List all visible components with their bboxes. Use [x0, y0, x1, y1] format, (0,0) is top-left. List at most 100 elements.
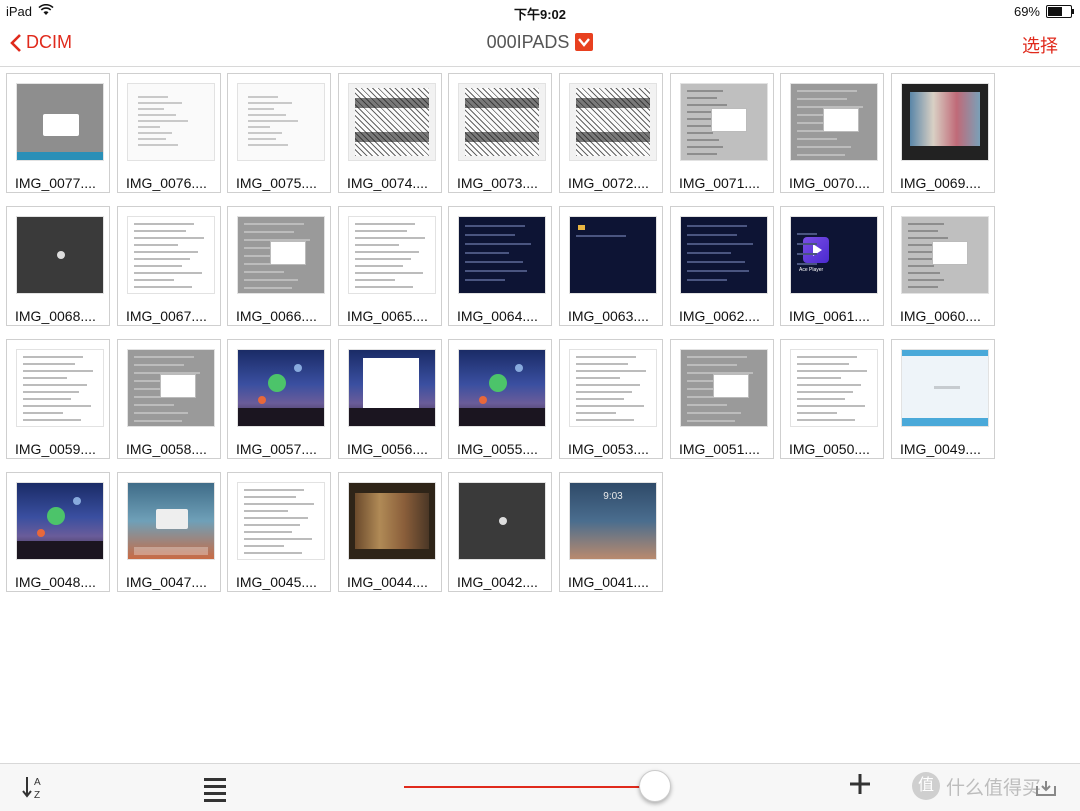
file-thumbnail[interactable]: IMG_0075....	[227, 73, 331, 193]
file-name: IMG_0061....	[789, 308, 870, 324]
thumbnail-image	[790, 349, 878, 427]
select-button[interactable]: 选择	[1022, 32, 1058, 58]
file-thumbnail[interactable]: IMG_0077....	[6, 73, 110, 193]
thumbnail-image	[127, 482, 215, 560]
thumbnail-image	[569, 216, 657, 294]
navigation-bar: DCIM 000IPADS 选择	[0, 22, 1080, 67]
file-thumbnail[interactable]: IMG_0055....	[448, 339, 552, 459]
zoom-slider-track[interactable]	[404, 786, 654, 788]
file-thumbnail[interactable]: IMG_0074....	[338, 73, 442, 193]
file-thumbnail[interactable]: IMG_0073....	[448, 73, 552, 193]
file-name: IMG_0060....	[900, 308, 981, 324]
svg-text:Z: Z	[34, 790, 40, 801]
watermark-badge: 值	[912, 772, 940, 800]
thumbnail-image	[901, 216, 989, 294]
status-bar: iPad 下午9:02 69%	[0, 0, 1080, 22]
thumbnail-image	[16, 349, 104, 427]
file-name: IMG_0044....	[347, 574, 428, 590]
file-name: IMG_0051....	[679, 441, 760, 457]
thumbnail-image	[127, 216, 215, 294]
file-name: IMG_0053....	[568, 441, 649, 457]
thumbnail-image	[569, 83, 657, 161]
thumbnail-image	[569, 349, 657, 427]
list-view-icon[interactable]	[204, 778, 226, 806]
thumbnail-image	[680, 83, 768, 161]
sort-az-icon[interactable]: A Z	[22, 773, 46, 801]
file-name: IMG_0056....	[347, 441, 428, 457]
thumbnail-image	[16, 216, 104, 294]
file-thumbnail[interactable]: IMG_0048....	[6, 472, 110, 592]
file-name: IMG_0042....	[457, 574, 538, 590]
file-thumbnail[interactable]: IMG_0071....	[670, 73, 774, 193]
file-thumbnail[interactable]: IMG_0047....	[117, 472, 221, 592]
file-thumbnail[interactable]: IMG_0057....	[227, 339, 331, 459]
file-thumbnail[interactable]: IMG_0060....	[891, 206, 995, 326]
file-thumbnail[interactable]: IMG_0053....	[559, 339, 663, 459]
file-thumbnail[interactable]: IMG_0051....	[670, 339, 774, 459]
file-thumbnail[interactable]: IMG_0042....	[448, 472, 552, 592]
file-thumbnail[interactable]: IMG_0072....	[559, 73, 663, 193]
file-thumbnail[interactable]: IMG_0059....	[6, 339, 110, 459]
player-label: Ace Player	[799, 267, 824, 273]
export-icon[interactable]	[1036, 780, 1056, 796]
file-name: IMG_0063....	[568, 308, 649, 324]
thumbnail-image	[127, 83, 215, 161]
file-thumbnail[interactable]: IMG_0067....	[117, 206, 221, 326]
file-thumbnail[interactable]: IMG_0063....	[559, 206, 663, 326]
file-thumbnail[interactable]: IMG_0056....	[338, 339, 442, 459]
file-name: IMG_0071....	[679, 175, 760, 191]
thumbnail-image	[16, 482, 104, 560]
thumbnail-image	[901, 349, 989, 427]
file-name: IMG_0055....	[457, 441, 538, 457]
file-thumbnail[interactable]: IMG_0066....	[227, 206, 331, 326]
dropdown-chevron-icon[interactable]	[575, 33, 594, 51]
file-thumbnail[interactable]: IMG_0064....	[448, 206, 552, 326]
plus-icon[interactable]	[848, 772, 872, 802]
file-name: IMG_0066....	[236, 308, 317, 324]
file-thumbnail[interactable]: IMG_0062....	[670, 206, 774, 326]
file-thumbnail[interactable]: IMG_0058....	[117, 339, 221, 459]
file-name: IMG_0067....	[126, 308, 207, 324]
file-thumbnail[interactable]: IMG_0065....	[338, 206, 442, 326]
watermark: 值 什么值得买	[912, 772, 1041, 800]
file-name: IMG_0069....	[900, 175, 981, 191]
file-thumbnail[interactable]: IMG_0076....	[117, 73, 221, 193]
status-time: 下午9:02	[513, 7, 567, 22]
file-name: IMG_0075....	[236, 175, 317, 191]
watermark-text: 什么值得买	[946, 777, 1042, 799]
folder-title-text: 000IPADS	[486, 32, 570, 52]
thumbnail-image	[458, 216, 546, 294]
file-thumbnail[interactable]: IMG_0068....	[6, 206, 110, 326]
file-name: IMG_0049....	[900, 441, 981, 457]
battery-icon	[1046, 5, 1074, 18]
file-name: IMG_0074....	[347, 175, 428, 191]
file-thumbnail[interactable]: IMG_0069....	[891, 73, 995, 193]
thumbnail-image	[790, 83, 878, 161]
file-thumbnail[interactable]: IMG_0050....	[780, 339, 884, 459]
zoom-slider-knob[interactable]	[639, 770, 671, 802]
file-thumbnail[interactable]: IMG_0070....	[780, 73, 884, 193]
thumbnail-image	[458, 349, 546, 427]
file-name: IMG_0057....	[236, 441, 317, 457]
thumbnail-image	[680, 216, 768, 294]
thumbnail-image	[348, 349, 436, 427]
file-name: IMG_0047....	[126, 574, 207, 590]
file-thumbnail[interactable]: IMG_0049....	[891, 339, 995, 459]
file-thumbnail[interactable]: 9:03 IMG_0041....	[559, 472, 663, 592]
file-name: IMG_0041....	[568, 574, 649, 590]
thumbnail-image	[16, 83, 104, 161]
file-thumbnail[interactable]: Ace Player IMG_0061....	[780, 206, 884, 326]
thumbnail-image	[348, 482, 436, 560]
file-name: IMG_0050....	[789, 441, 870, 457]
file-thumbnail[interactable]: IMG_0044....	[338, 472, 442, 592]
lock-clock: 9:03	[603, 491, 623, 502]
folder-title[interactable]: 000IPADS	[0, 32, 1080, 53]
thumbnail-image	[348, 83, 436, 161]
file-name: IMG_0070....	[789, 175, 870, 191]
file-thumbnail[interactable]: IMG_0045....	[227, 472, 331, 592]
file-name: IMG_0045....	[236, 574, 317, 590]
battery-percent: 69%	[1013, 4, 1040, 19]
thumbnail-image	[458, 83, 546, 161]
bottom-toolbar: A Z 值 什么值得买	[0, 763, 1080, 811]
thumbnail-image: 9:03	[569, 482, 657, 560]
